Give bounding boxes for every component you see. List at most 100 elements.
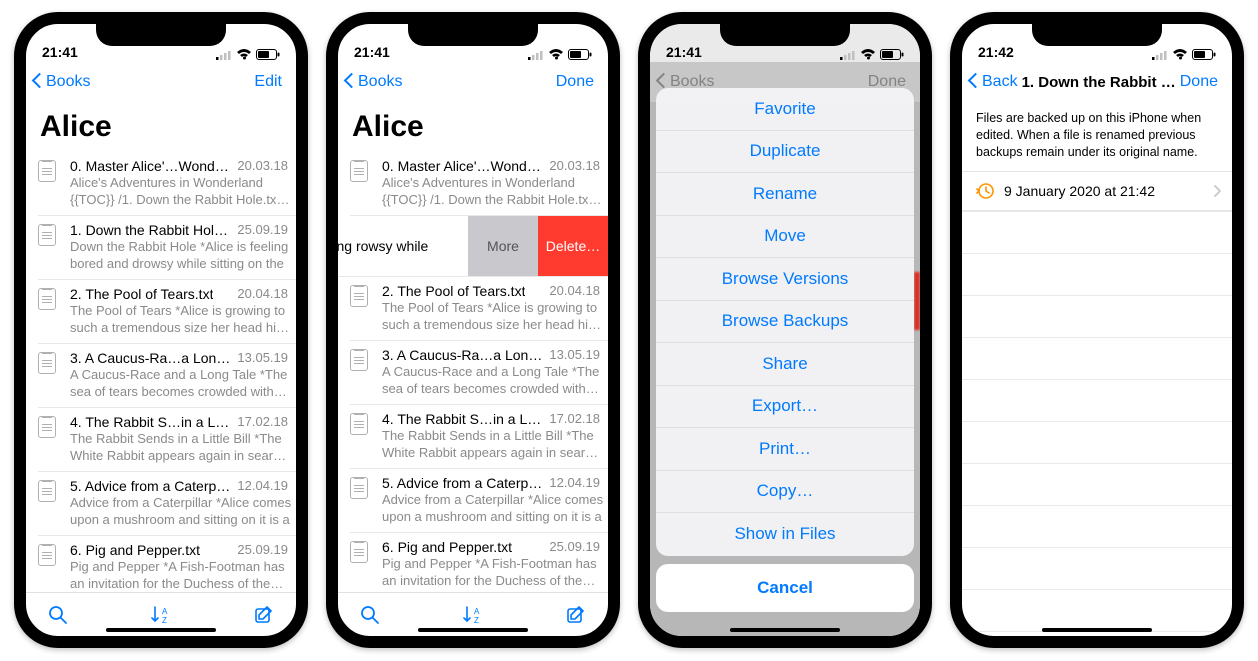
home-indicator[interactable] xyxy=(1042,628,1152,632)
swipe-more-button[interactable]: More xyxy=(468,216,538,276)
file-date: 20.03.18 xyxy=(237,158,292,174)
list-item[interactable]: 1. Down the Rabbit Hole.txt 25.09.19Down … xyxy=(38,216,296,280)
sheet-move[interactable]: Move xyxy=(656,216,914,259)
action-sheet: Favorite Duplicate Rename Move Browse Ve… xyxy=(656,88,914,556)
status-time: 21:41 xyxy=(42,44,78,60)
file-preview: The Pool of Tears *Alice is growing to s… xyxy=(382,300,604,334)
file-list[interactable]: 0. Master Alice'…Wonderland.txt20.03.18A… xyxy=(26,152,296,592)
back-button[interactable]: Books xyxy=(346,73,402,91)
compose-icon xyxy=(254,605,274,625)
action-sheet-backdrop[interactable]: Favorite Duplicate Rename Move Browse Ve… xyxy=(650,24,920,636)
home-indicator[interactable] xyxy=(106,628,216,632)
list-item[interactable]: 6. Pig and Pepper.txt25.09.19Pig and Pep… xyxy=(350,533,608,592)
sheet-browse-backups[interactable]: Browse Backups xyxy=(656,301,914,344)
document-icon xyxy=(350,349,368,371)
file-title: 5. Advice from a Caterpillar.txt xyxy=(70,478,231,494)
file-title: 2. The Pool of Tears.txt xyxy=(70,286,213,302)
search-icon xyxy=(48,605,68,625)
chevron-left-icon xyxy=(346,73,358,91)
battery-icon xyxy=(880,49,904,60)
sheet-share[interactable]: Share xyxy=(656,343,914,386)
file-date: 25.09.19 xyxy=(549,539,604,555)
home-indicator[interactable] xyxy=(418,628,528,632)
wifi-icon xyxy=(548,49,564,60)
wifi-icon xyxy=(236,49,252,60)
list-item[interactable]: 2. The Pool of Tears.txt20.04.18The Pool… xyxy=(350,277,608,341)
sheet-browse-versions[interactable]: Browse Versions xyxy=(656,258,914,301)
file-date: 20.03.18 xyxy=(549,158,604,174)
list-item[interactable]: 5. Advice from a Caterpillar.txt 12.04.19… xyxy=(38,472,296,536)
sheet-show-in-files[interactable]: Show in Files xyxy=(656,513,914,556)
back-label: Back xyxy=(982,73,1018,91)
back-button[interactable]: Books xyxy=(34,73,90,91)
list-item[interactable]: 3. A Caucus-Ra…a Long Tale.txt13.05.19A … xyxy=(38,344,296,408)
document-icon xyxy=(38,480,56,502)
file-list[interactable]: 0. Master Alice'…Wonderland.txt20.03.18A… xyxy=(338,152,608,592)
file-date: 25.09.19 xyxy=(237,542,292,558)
back-label: Books xyxy=(46,73,90,91)
nav-bar: Books Edit xyxy=(26,62,296,102)
sheet-print[interactable]: Print… xyxy=(656,428,914,471)
file-preview: Down the Rabbit Hole *Alice is feeling b… xyxy=(70,239,292,273)
document-icon xyxy=(350,541,368,563)
list-item-swiped[interactable]: abbit Hole.txt25.09.19 bbit Hole *Alice … xyxy=(338,216,608,277)
compose-button[interactable] xyxy=(254,605,274,625)
list-item[interactable]: 0. Master Alice'…Wonderland.txt20.03.18A… xyxy=(38,152,296,216)
swipe-delete-button[interactable]: Delete… xyxy=(538,216,608,276)
notch xyxy=(96,22,226,46)
file-date: 20.04.18 xyxy=(237,286,292,302)
document-icon xyxy=(350,160,368,182)
file-date: 17.02.18 xyxy=(549,411,604,427)
backup-entry[interactable]: 9 January 2020 at 21:42 xyxy=(962,171,1232,211)
search-icon xyxy=(360,605,380,625)
file-preview: Advice from a Caterpillar *Alice comes u… xyxy=(70,495,292,529)
sheet-duplicate[interactable]: Duplicate xyxy=(656,131,914,174)
wifi-icon xyxy=(860,49,876,60)
file-preview: Pig and Pepper *A Fish-Footman has an in… xyxy=(382,556,604,590)
file-title: 0. Master Alice'…Wonderland.txt xyxy=(382,158,543,174)
notch xyxy=(1032,22,1162,46)
file-title: 5. Advice from a Caterpillar.txt xyxy=(382,475,543,491)
list-item[interactable]: 2. The Pool of Tears.txt20.04.18The Pool… xyxy=(38,280,296,344)
back-button[interactable]: Back xyxy=(970,73,1018,91)
list-item[interactable]: 4. The Rabbit S…in a Little Bill.txt17.0… xyxy=(38,408,296,472)
cellular-icon xyxy=(1152,50,1168,60)
nav-title: 1. Down the Rabbit Hole.txt xyxy=(1018,74,1180,91)
chevron-left-icon xyxy=(970,73,982,91)
nav-bar: Back 1. Down the Rabbit Hole.txt Done xyxy=(962,62,1232,102)
backup-timestamp: 9 January 2020 at 21:42 xyxy=(1004,183,1155,199)
svg-text:A: A xyxy=(162,607,168,616)
page-title: Alice xyxy=(26,102,296,152)
file-date: 12.04.19 xyxy=(237,478,292,494)
compose-icon xyxy=(566,605,586,625)
document-icon xyxy=(38,160,56,182)
list-item[interactable]: 6. Pig and Pepper.txt25.09.19Pig and Pep… xyxy=(38,536,296,592)
compose-button[interactable] xyxy=(566,605,586,625)
file-title: 1. Down the Rabbit Hole.txt xyxy=(70,222,231,238)
status-time: 21:41 xyxy=(354,44,390,60)
sheet-copy[interactable]: Copy… xyxy=(656,471,914,514)
status-indicators xyxy=(216,49,280,60)
done-button[interactable]: Done xyxy=(556,73,600,91)
sort-button[interactable]: AZ xyxy=(150,605,172,625)
file-title: 3. A Caucus-Ra…a Long Tale.txt xyxy=(382,347,543,363)
sheet-rename[interactable]: Rename xyxy=(656,173,914,216)
file-date: 25.09.19 xyxy=(237,222,292,238)
home-indicator[interactable] xyxy=(730,628,840,632)
list-item[interactable]: 0. Master Alice'…Wonderland.txt20.03.18A… xyxy=(350,152,608,216)
document-icon xyxy=(350,477,368,499)
list-item[interactable]: 4. The Rabbit S…in a Little Bill.txt17.0… xyxy=(350,405,608,469)
list-item[interactable]: 5. Advice from a Caterpillar.txt12.04.19… xyxy=(350,469,608,533)
sheet-favorite[interactable]: Favorite xyxy=(656,88,914,131)
wifi-icon xyxy=(1172,49,1188,60)
search-button[interactable] xyxy=(48,605,68,625)
done-button[interactable]: Done xyxy=(1180,73,1224,91)
file-title: 2. The Pool of Tears.txt xyxy=(382,283,525,299)
search-button[interactable] xyxy=(360,605,380,625)
sort-button[interactable]: AZ xyxy=(462,605,484,625)
edit-button[interactable]: Edit xyxy=(254,73,288,91)
status-indicators xyxy=(1152,49,1216,60)
sheet-cancel-button[interactable]: Cancel xyxy=(656,564,914,612)
list-item[interactable]: 3. A Caucus-Ra…a Long Tale.txt13.05.19A … xyxy=(350,341,608,405)
sheet-export[interactable]: Export… xyxy=(656,386,914,429)
